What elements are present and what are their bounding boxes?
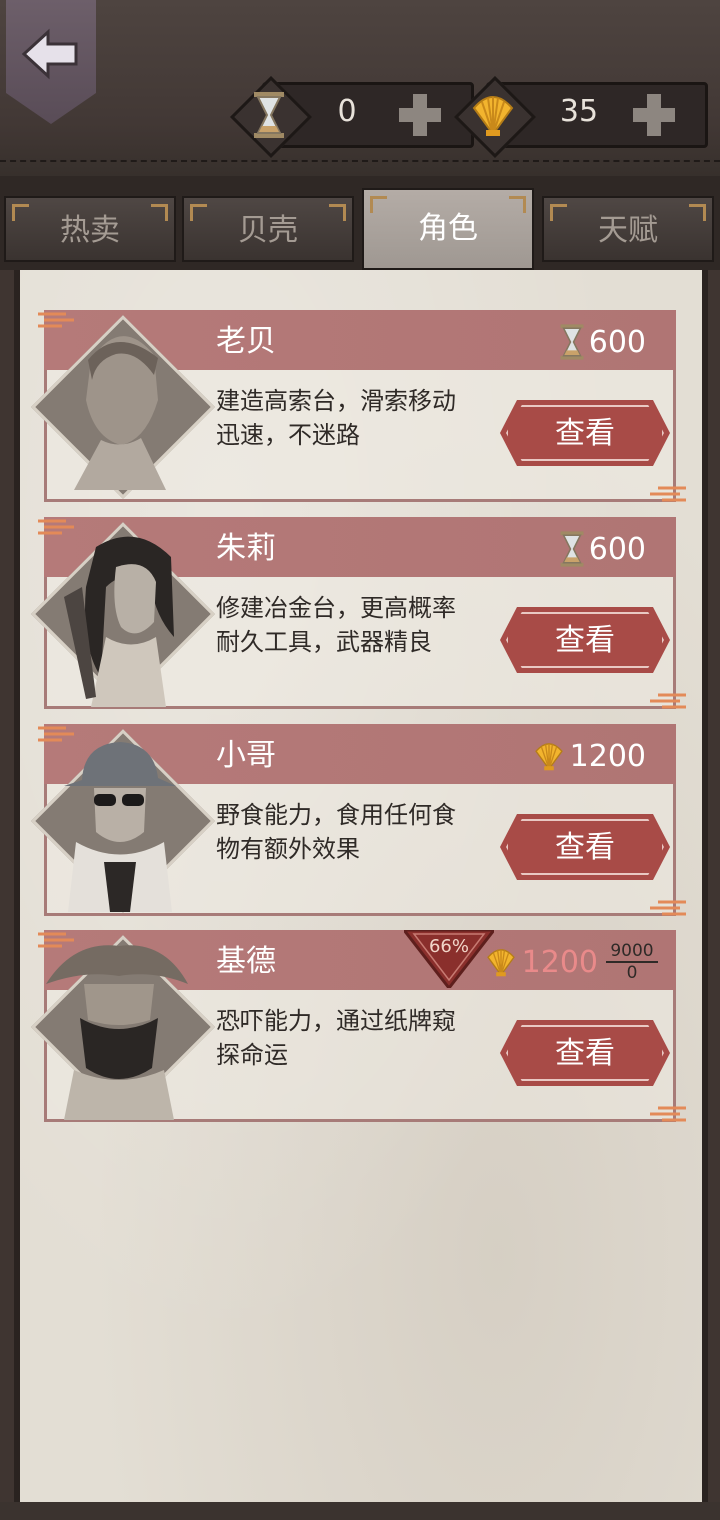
character-name: 小哥 xyxy=(216,738,276,773)
price-amount: 600 xyxy=(588,324,646,360)
character-name: 老贝 xyxy=(216,324,276,359)
shell-amount: 35 xyxy=(559,94,599,129)
tab-label: 角色 xyxy=(418,211,478,246)
tab-label: 天赋 xyxy=(598,213,658,248)
character-portrait xyxy=(31,522,215,707)
hourglass-icon xyxy=(560,531,584,567)
character-description: 建造高索台，滑索移动迅速，不迷路 xyxy=(216,387,456,449)
hourglass-icon xyxy=(560,324,584,360)
character-price: 1200 xyxy=(532,734,646,778)
corner-ornament xyxy=(550,204,567,221)
tab-shells[interactable]: 贝壳 xyxy=(182,196,354,262)
tab-talents[interactable]: 天赋 xyxy=(542,196,714,262)
price-amount: 1200 xyxy=(521,944,598,980)
hourglass-amount: 0 xyxy=(337,94,357,129)
progress-total: 9000 xyxy=(610,941,654,961)
add-hourglass-button[interactable] xyxy=(396,90,444,140)
character-price: 1200 9000 0 xyxy=(484,940,658,984)
view-button[interactable]: 查看 xyxy=(500,607,670,673)
corner-ornament xyxy=(190,204,207,221)
corner-ornament xyxy=(151,204,168,221)
character-card: 朱莉 600 修建冶金台，更高概率耐久工具，武器精良 查看 xyxy=(31,517,686,709)
corner-ornament xyxy=(370,196,387,213)
corner-ornament xyxy=(12,204,29,221)
character-name: 朱莉 xyxy=(216,531,276,566)
view-button-label: 查看 xyxy=(555,831,615,864)
swirl-ornament-icon xyxy=(650,1106,686,1122)
corner-ornament xyxy=(689,204,706,221)
view-button[interactable]: 查看 xyxy=(500,814,670,880)
swirl-ornament-icon xyxy=(650,486,686,502)
corner-ornament xyxy=(509,196,526,213)
shell-icon xyxy=(534,743,563,771)
tab-label: 贝壳 xyxy=(238,213,298,248)
corner-ornament xyxy=(329,204,346,221)
stitch-divider xyxy=(0,160,720,162)
hourglass-icon xyxy=(232,78,306,152)
view-button-label: 查看 xyxy=(555,624,615,657)
purchase-progress: 9000 0 xyxy=(606,941,658,983)
shell-icon xyxy=(486,949,515,977)
character-portrait xyxy=(31,729,215,913)
view-button[interactable]: 查看 xyxy=(500,400,670,466)
character-price: 600 xyxy=(559,320,646,364)
category-tabs: 热卖 贝壳 角色 天赋 xyxy=(0,176,720,270)
character-description: 野食能力，食用任何食物有额外效果 xyxy=(216,801,456,863)
shell-icon xyxy=(456,78,530,152)
character-name: 基德 xyxy=(216,944,276,979)
character-portrait xyxy=(31,315,215,499)
tab-characters[interactable]: 角色 xyxy=(362,188,534,270)
tab-hot-sale[interactable]: 热卖 xyxy=(4,196,176,262)
character-description: 修建冶金台，更高概率耐久工具，武器精良 xyxy=(216,594,456,656)
view-button-label: 查看 xyxy=(555,417,615,450)
discount-badge: 66% xyxy=(400,928,498,991)
swirl-ornament-icon xyxy=(650,693,686,709)
add-shell-button[interactable] xyxy=(630,90,678,140)
wood-border xyxy=(0,1502,720,1520)
tab-label: 热卖 xyxy=(60,213,120,248)
character-description: 恐吓能力，通过纸牌窥探命运 xyxy=(216,1007,456,1069)
character-card: 小哥 1200 野食能力，食用任何食物有额外效果 查看 xyxy=(31,724,686,916)
discount-label: 66% xyxy=(428,936,469,957)
view-button-label: 查看 xyxy=(555,1037,615,1070)
character-card: 老贝 600 建造高索台，滑索移动迅速，不迷路 查看 xyxy=(31,310,686,502)
swirl-ornament-icon xyxy=(650,900,686,916)
price-amount: 600 xyxy=(588,531,646,567)
back-arrow-icon xyxy=(21,28,78,80)
character-price: 600 xyxy=(559,527,646,571)
progress-current: 0 xyxy=(626,963,638,983)
character-card: 基德 66% 1200 9000 0 恐吓能力，通过纸牌窥探命运 查看 xyxy=(31,928,686,1122)
view-button[interactable]: 查看 xyxy=(500,1020,670,1086)
price-amount: 1200 xyxy=(569,738,646,774)
character-portrait xyxy=(31,935,215,1120)
